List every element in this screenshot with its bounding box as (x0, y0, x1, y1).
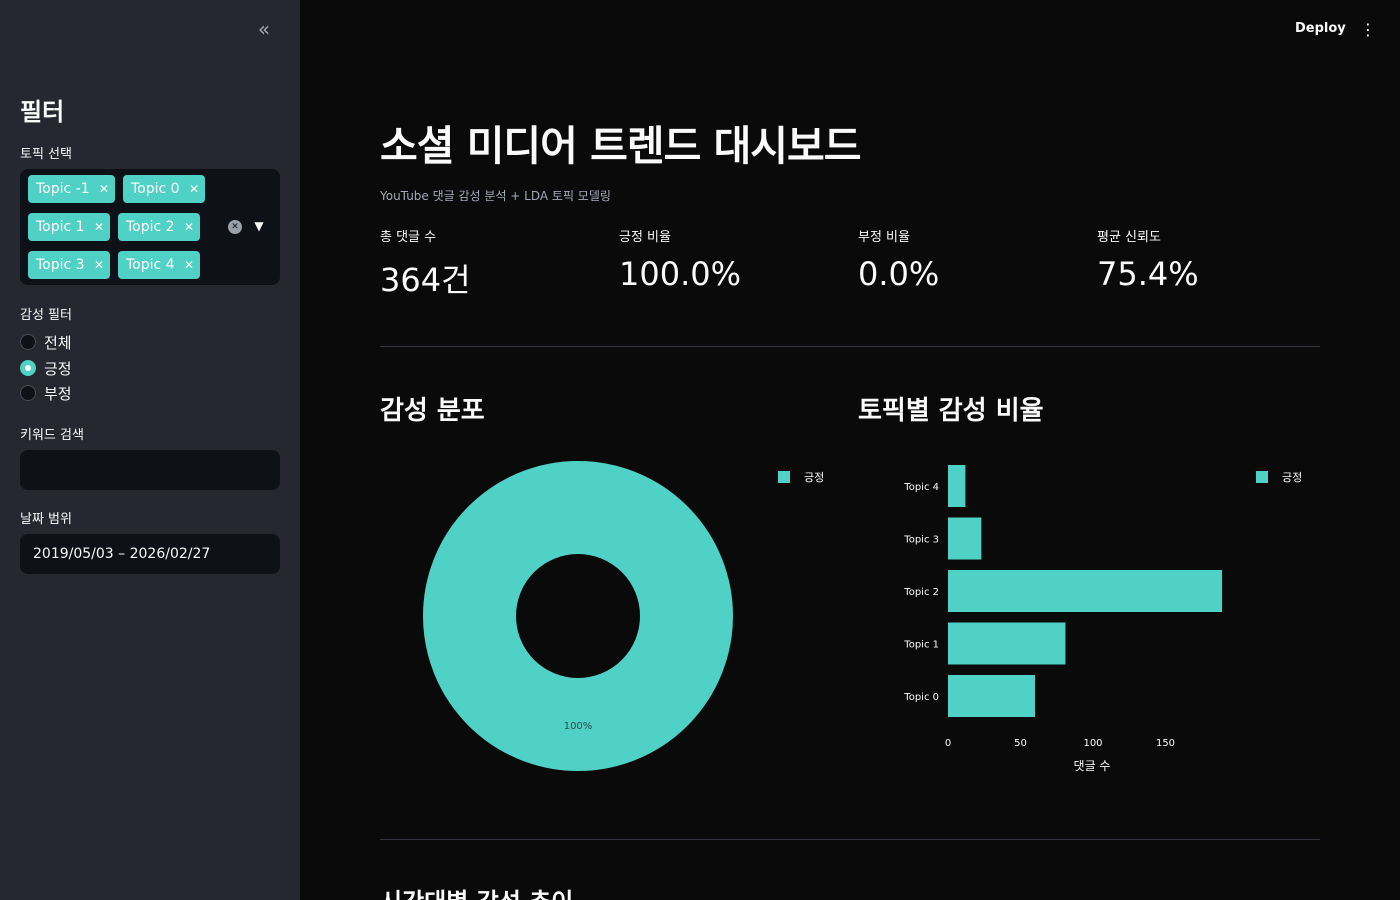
remove-tag-icon[interactable]: ✕ (184, 213, 194, 241)
clear-all-icon[interactable]: ✕ (228, 220, 242, 234)
bar-topic-2[interactable] (948, 570, 1223, 612)
topic-select-label: 토픽 선택 (20, 147, 72, 162)
legend-label: 긍정 (804, 471, 825, 484)
topic-tag-label: Topic 4 (126, 257, 175, 273)
topic-tag: Topic 1 ✕ (28, 213, 110, 241)
metric-positive-ratio: 긍정 비율 100.0% (619, 226, 849, 293)
metric-label: 총 댓글 수 (380, 230, 437, 245)
section-title-trend: 시간대별 감성 추이 (380, 882, 573, 900)
radio-button[interactable] (20, 385, 36, 401)
deploy-button[interactable]: Deploy (1295, 21, 1346, 36)
metric-value: 364건 (380, 261, 471, 299)
x-axis-label: 댓글 수 (1074, 759, 1111, 773)
radio-button[interactable] (20, 334, 36, 350)
keyword-search-input[interactable] (20, 450, 280, 490)
x-tick-label: 100 (1083, 738, 1102, 749)
x-tick-label: 150 (1156, 738, 1175, 749)
keyword-search-label: 키워드 검색 (20, 428, 84, 443)
remove-tag-icon[interactable]: ✕ (94, 251, 104, 279)
topic-multiselect[interactable]: Topic -1 ✕ Topic 0 ✕ Topic 1 ✕ Topic 2 ✕… (20, 169, 280, 285)
remove-tag-icon[interactable]: ✕ (184, 251, 194, 279)
remove-tag-icon[interactable]: ✕ (94, 213, 104, 241)
bar-topic-0[interactable] (948, 675, 1035, 717)
y-tick-label: Topic 0 (903, 692, 939, 703)
x-tick-label: 50 (1014, 738, 1027, 749)
topic-bar-chart: Topic 4 Topic 3 Topic 2 Topic 1 Topic 0 0 50 10… (903, 465, 1223, 773)
topic-tag-label: Topic 0 (131, 181, 180, 197)
metric-negative-ratio: 부정 비율 0.0% (858, 226, 1088, 293)
radio-option-positive[interactable]: 긍정 (20, 357, 72, 379)
radio-option-negative[interactable]: 부정 (20, 382, 72, 404)
radio-button-selected[interactable] (20, 360, 36, 376)
metric-value: 75.4% (1097, 255, 1199, 293)
page-title: 소셜 미디어 트렌드 대시보드 (380, 122, 861, 170)
topic-tag-label: Topic 1 (36, 219, 85, 235)
chevron-down-icon[interactable]: ▼ (251, 216, 267, 236)
topic-tag: Topic 4 ✕ (118, 251, 200, 279)
legend-swatch (778, 471, 790, 483)
metric-value: 0.0% (858, 255, 940, 293)
sidebar-title: 필터 (20, 98, 65, 126)
x-tick-label: 0 (945, 738, 951, 749)
date-range-input[interactable]: 2019/05/03 – 2026/02/27 (20, 534, 280, 574)
metric-avg-confidence: 평균 신뢰도 75.4% (1097, 226, 1327, 293)
bar-topic-1[interactable] (948, 622, 1066, 665)
metric-label: 긍정 비율 (619, 230, 671, 245)
donut-legend[interactable]: 긍정 (778, 469, 824, 485)
y-tick-label: Topic 2 (903, 587, 939, 598)
sidebar: « 필터 토픽 선택 Topic -1 ✕ Topic 0 ✕ Topic 1 … (0, 0, 300, 900)
topic-tag: Topic 2 ✕ (118, 213, 200, 241)
page-caption: YouTube 댓글 감성 분석 + LDA 토픽 모델링 (380, 189, 611, 203)
topic-tag-label: Topic 2 (126, 219, 175, 235)
metric-label: 평균 신뢰도 (1097, 230, 1161, 245)
divider (380, 839, 1320, 840)
slice-data-label: 100% (564, 721, 593, 732)
bar-topic-4[interactable] (948, 465, 966, 507)
donut-slice[interactable] (423, 461, 733, 771)
radio-label: 부정 (44, 384, 72, 403)
topic-tag-label: Topic -1 (36, 181, 90, 197)
y-tick-label: Topic 3 (903, 535, 939, 546)
date-range-label: 날짜 범위 (20, 512, 72, 527)
metric-total-comments: 총 댓글 수 364건 (380, 226, 610, 301)
remove-tag-icon[interactable]: ✕ (99, 175, 109, 203)
metric-label: 부정 비율 (858, 230, 910, 245)
y-tick-label: Topic 1 (903, 640, 939, 651)
y-tick-label: Topic 4 (903, 482, 939, 493)
section-title-sentiment: 감성 분포 (380, 396, 485, 426)
topic-tag-label: Topic 3 (36, 257, 85, 273)
remove-tag-icon[interactable]: ✕ (189, 175, 199, 203)
section-title-topic: 토픽별 감성 비율 (858, 396, 1044, 426)
radio-option-all[interactable]: 전체 (20, 331, 72, 353)
radio-label: 긍정 (44, 359, 72, 378)
divider (380, 346, 1320, 347)
bar-topic-3[interactable] (948, 517, 982, 560)
donut-chart: 100% (423, 461, 733, 771)
topic-tag: Topic 3 ✕ (28, 251, 110, 279)
metric-value: 100.0% (619, 255, 742, 293)
topic-tag: Topic 0 ✕ (123, 175, 205, 203)
topic-tag: Topic -1 ✕ (28, 175, 115, 203)
collapse-sidebar-icon[interactable]: « (252, 18, 276, 42)
more-vertical-icon[interactable]: ⋮ (1360, 20, 1376, 40)
radio-label: 전체 (44, 333, 72, 352)
sentiment-filter-label: 감성 필터 (20, 308, 72, 323)
